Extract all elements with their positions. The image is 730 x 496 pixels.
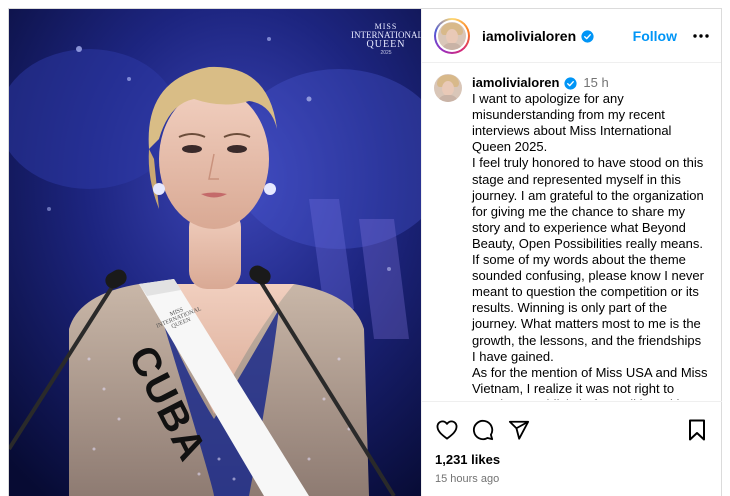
- save-button[interactable]: [685, 418, 709, 442]
- caption-scroll-area[interactable]: iamolivialoren 15 h I want to apologize …: [422, 63, 721, 400]
- like-button[interactable]: [435, 418, 459, 442]
- header-username-link[interactable]: iamolivialoren: [482, 28, 594, 44]
- caption-line: I have gained.: [472, 348, 554, 364]
- caption-text: I want to apologize for any misunderstand…: [472, 91, 709, 400]
- heart-icon: [436, 420, 458, 440]
- post-caption: iamolivialoren 15 h I want to apologize …: [472, 74, 709, 400]
- story-ring[interactable]: [434, 17, 470, 54]
- header-username[interactable]: iamolivialoren: [482, 28, 576, 44]
- caption-line: journey. What matters most to me is the: [472, 316, 701, 332]
- verified-badge-icon: [581, 29, 594, 43]
- pageant-watermark-logo: MISS INTERNATIONAL QUEEN 2025: [351, 23, 421, 56]
- caption-line: Vietnam, I realize it was not right to: [472, 380, 675, 396]
- caption-line: misunderstanding from my recent: [472, 107, 665, 123]
- caption-avatar[interactable]: [434, 74, 462, 102]
- likes-count[interactable]: 1,231 likes: [435, 452, 709, 467]
- caption-line: growth, the lessons, and the friendships: [472, 332, 702, 348]
- caption-line: If some of my words about the theme: [472, 252, 686, 268]
- caption-line: interviews about Miss International: [472, 123, 672, 139]
- caption-line: stage and represented myself in this: [472, 171, 681, 187]
- profile-avatar: [438, 21, 466, 50]
- verified-badge-icon: [564, 76, 578, 90]
- share-button[interactable]: [507, 418, 531, 442]
- caption-line: speak out publicly before talking with: [472, 397, 709, 400]
- caption-line: As for the mention of Miss USA and Miss: [472, 364, 708, 380]
- action-icons: [435, 418, 709, 442]
- post-dialog: MISS INTERNATIONAL QUEEN 2025 MISS INTER…: [8, 8, 722, 496]
- caption-username[interactable]: iamolivialoren: [472, 75, 559, 91]
- more-options-icon: [693, 33, 709, 38]
- share-icon: [508, 420, 530, 440]
- caption-line: I want to apologize for any: [472, 91, 624, 107]
- post-timestamp[interactable]: 15 hours ago: [435, 473, 709, 485]
- more-options-button[interactable]: [691, 26, 711, 46]
- caption-line: journey. I am grateful to the organizati…: [472, 187, 704, 203]
- caption-line: Beauty, Open Possibilities really means.: [472, 235, 703, 251]
- bookmark-icon: [689, 419, 705, 441]
- caption-line: results. Winning is only part of the: [472, 300, 668, 316]
- caption-line: for giving me the chance to share my: [472, 203, 686, 219]
- post-header: iamolivialoren Follow: [422, 9, 721, 63]
- post-photo[interactable]: MISS INTERNATIONAL QUEEN 2025 MISS INTER…: [9, 9, 421, 496]
- post-actions: 1,231 likes 15 hours ago: [422, 401, 722, 496]
- post-side-panel: iamolivialoren Follow iamolivialoren 15 …: [421, 9, 722, 496]
- caption-line: story and to experience what Beyond: [472, 219, 686, 235]
- caption-timestamp[interactable]: 15 h: [583, 75, 608, 91]
- caption-line: sounded confusing, please know I never: [472, 268, 704, 284]
- caption-line: I feel truly honored to have stood on th…: [472, 155, 704, 171]
- photo-illustration: [9, 9, 421, 496]
- comment-button[interactable]: [471, 418, 495, 442]
- watermark-line: 2025: [380, 50, 392, 56]
- caption-header: iamolivialoren 15 h: [472, 75, 709, 91]
- caption-line: meant to question the competition or its: [472, 284, 699, 300]
- comment-icon: [473, 419, 494, 441]
- watermark-line: QUEEN: [366, 39, 406, 50]
- follow-button[interactable]: Follow: [633, 28, 677, 44]
- caption-line: Queen 2025.: [472, 139, 548, 155]
